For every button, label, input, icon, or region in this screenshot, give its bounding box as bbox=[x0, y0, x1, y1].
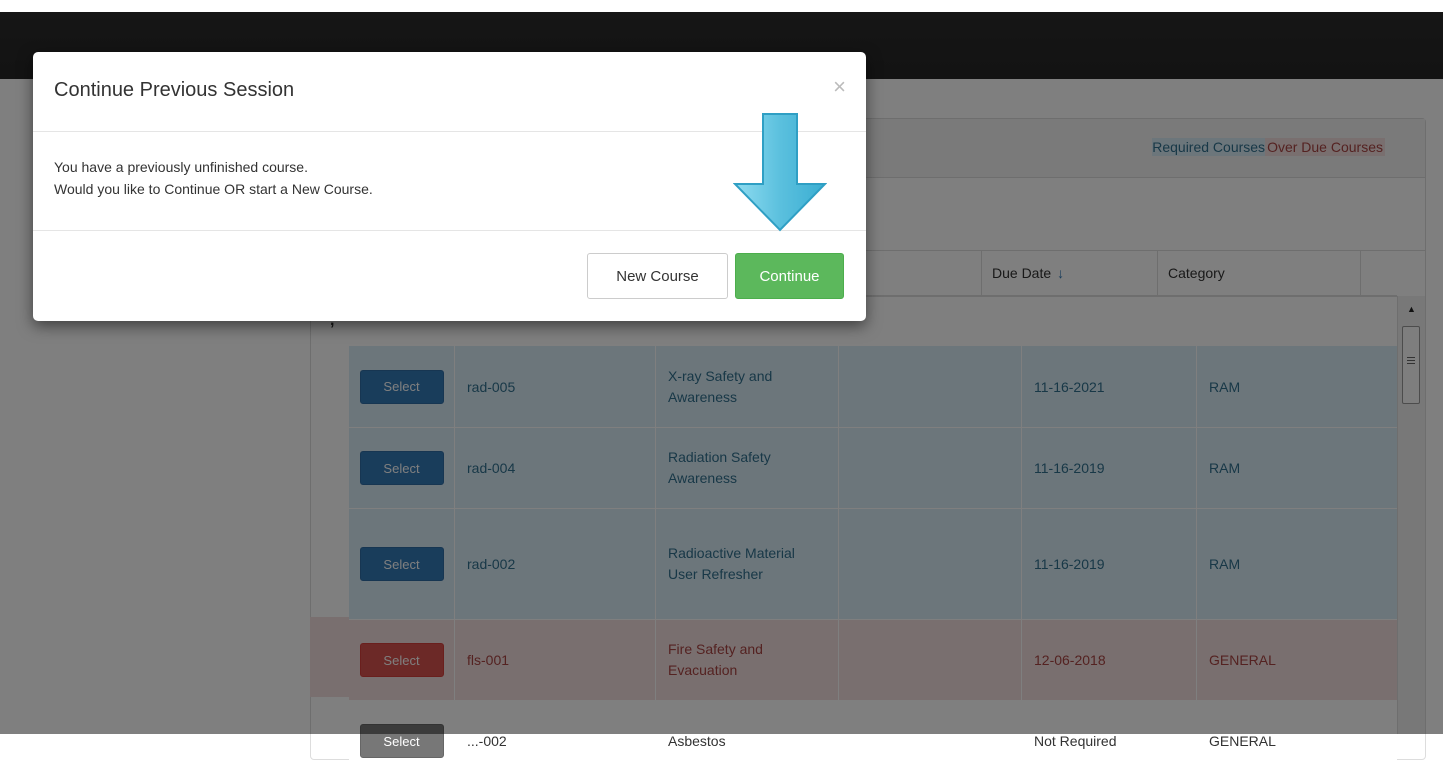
dialog-body: You have a previously unfinished course.… bbox=[54, 156, 373, 200]
dialog-message-line1: You have a previously unfinished course. bbox=[54, 159, 308, 175]
continue-button[interactable]: Continue bbox=[735, 253, 844, 299]
new-course-button[interactable]: New Course bbox=[587, 253, 728, 299]
close-icon[interactable]: × bbox=[833, 74, 846, 100]
top-strip bbox=[0, 0, 1443, 12]
arrow-down-icon bbox=[733, 113, 827, 232]
dialog-message-line2: Would you like to Continue OR start a Ne… bbox=[54, 181, 373, 197]
dialog-title: Continue Previous Session bbox=[54, 79, 295, 101]
dialog-footer: New Course Continue bbox=[33, 230, 866, 322]
